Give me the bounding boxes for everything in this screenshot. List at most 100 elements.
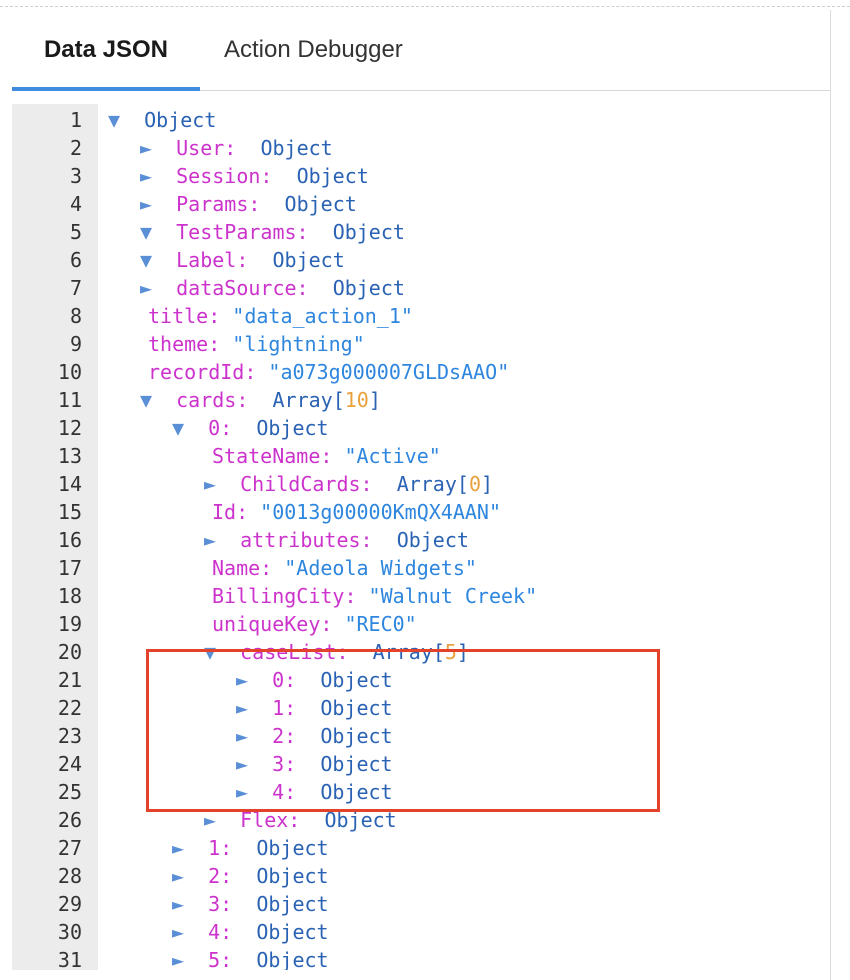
tree-node: ▼ TestParams: Object [140,218,405,246]
expand-arrow-icon[interactable]: ► [204,808,216,832]
tree-node: Id: "0013g00000KmQX4AAN" [212,498,501,526]
tree-row[interactable]: 31 ► 5: Object [12,946,830,970]
expand-arrow-icon[interactable]: ► [140,164,152,188]
tree-row[interactable]: 11 ▼ cards: Array[10] [12,386,830,414]
node-type: Object [296,164,369,188]
node-key: ChildCards: [240,472,373,496]
line-number: 25 [57,780,82,804]
tree-row[interactable]: 14 ► ChildCards: Array[0] [12,470,830,498]
expand-arrow-icon[interactable]: ► [172,892,184,916]
expand-arrow-icon[interactable]: ► [172,948,184,970]
tree-row[interactable]: 23 ► 2: Object [12,722,830,750]
node-key: StateName: [212,444,333,468]
expand-arrow-icon[interactable]: ► [140,136,152,160]
tree-row[interactable]: 28 ► 2: Object [12,862,830,890]
node-type: Object [256,416,329,440]
node-key: caseList: [240,640,349,664]
key-separator [309,220,333,244]
tree-row: 13 StateName: "Active" [12,442,830,470]
node-count: 5 [444,640,457,664]
node-key: BillingCity: [212,584,357,608]
tree-row[interactable]: 7 ► dataSource: Object [12,274,830,302]
expand-arrow-icon[interactable]: ► [236,668,248,692]
node-key: dataSource: [176,276,309,300]
tree-row[interactable]: 29 ► 3: Object [12,890,830,918]
line-number: 7 [69,276,82,300]
node-key: TestParams: [176,220,309,244]
node-string-value: "Active" [344,444,441,468]
tree-row: 9 theme: "lightning" [12,330,830,358]
node-key: User: [176,136,237,160]
expand-arrow-icon[interactable]: ► [140,192,152,216]
collapse-arrow-icon[interactable]: ▼ [172,416,184,440]
expand-arrow-icon[interactable]: ► [172,864,184,888]
node-type: Object [256,948,329,970]
tree-row[interactable]: 3 ► Session: Object [12,162,830,190]
node-type: Array[ [272,388,345,412]
collapse-arrow-icon[interactable]: ▼ [140,388,152,412]
tree-row[interactable]: 5 ▼ TestParams: Object [12,218,830,246]
tree-node: ► 4: Object [172,918,329,946]
tree-row: 18 BillingCity: "Walnut Creek" [12,582,830,610]
expand-arrow-icon[interactable]: ► [204,472,216,496]
tree-node: ► 0: Object [236,666,393,694]
node-type: Object [144,108,217,132]
key-separator [248,248,272,272]
tree-row[interactable]: 20 ▼ caseList: Array[5] [12,638,830,666]
expand-arrow-icon[interactable]: ► [236,696,248,720]
collapse-arrow-icon[interactable]: ▼ [140,220,152,244]
node-count: 10 [344,388,369,412]
expand-arrow-icon[interactable]: ► [172,920,184,944]
collapse-arrow-icon[interactable]: ▼ [204,640,216,664]
node-key: 2: [272,724,297,748]
key-separator [296,696,320,720]
top-divider [0,6,850,7]
tree-row[interactable]: 21 ► 0: Object [12,666,830,694]
key-separator [232,920,256,944]
line-number: 16 [57,528,82,552]
tree-node: uniqueKey: "REC0" [212,610,417,638]
tree-node: ► ChildCards: Array[0] [204,470,493,498]
tree-node: ► 1: Object [172,834,329,862]
expand-arrow-icon[interactable]: ► [140,276,152,300]
line-number: 13 [57,444,82,468]
expand-arrow-icon[interactable]: ► [236,780,248,804]
tree-node: theme: "lightning" [148,330,365,358]
expand-arrow-icon[interactable]: ► [236,752,248,776]
node-type: ] [456,640,469,664]
tree-row[interactable]: 30 ► 4: Object [12,918,830,946]
tab-data-json[interactable]: Data JSON [12,10,200,91]
tree-row[interactable]: 24 ► 3: Object [12,750,830,778]
key-separator [309,276,333,300]
node-type: Object [320,696,393,720]
tree-node: ► 1: Object [236,694,393,722]
line-number: 12 [57,416,82,440]
collapse-arrow-icon[interactable]: ▼ [108,108,120,132]
line-number: 11 [57,388,82,412]
tree-row[interactable]: 12 ▼ 0: Object [12,414,830,442]
node-key: 0: [208,416,233,440]
collapse-arrow-icon[interactable]: ▼ [140,248,152,272]
line-number: 28 [57,864,82,888]
tree-row[interactable]: 27 ► 1: Object [12,834,830,862]
node-key: 2: [208,864,233,888]
tree-node: ► Session: Object [140,162,369,190]
tree-row[interactable]: 16 ► attributes: Object [12,526,830,554]
tree-row[interactable]: 2 ► User: Object [12,134,830,162]
tree-row[interactable]: 26 ► Flex: Object [12,806,830,834]
tree-row[interactable]: 4 ► Params: Object [12,190,830,218]
tab-action-debugger[interactable]: Action Debugger [224,10,403,90]
node-type: ] [480,472,494,496]
tree-row[interactable]: 22 ► 1: Object [12,694,830,722]
node-key: Name: [212,556,273,580]
tree-node: ► 2: Object [172,862,329,890]
expand-arrow-icon[interactable]: ► [236,724,248,748]
expand-arrow-icon[interactable]: ► [172,836,184,860]
tree-row[interactable]: 6 ▼ Label: Object [12,246,830,274]
tree-row[interactable]: 1 ▼ Object [12,106,830,134]
node-type: Object [256,892,329,916]
tree-row[interactable]: 25 ► 4: Object [12,778,830,806]
key-separator [357,584,369,608]
node-string-value: "Adeola Widgets" [284,556,477,580]
expand-arrow-icon[interactable]: ► [204,528,216,552]
